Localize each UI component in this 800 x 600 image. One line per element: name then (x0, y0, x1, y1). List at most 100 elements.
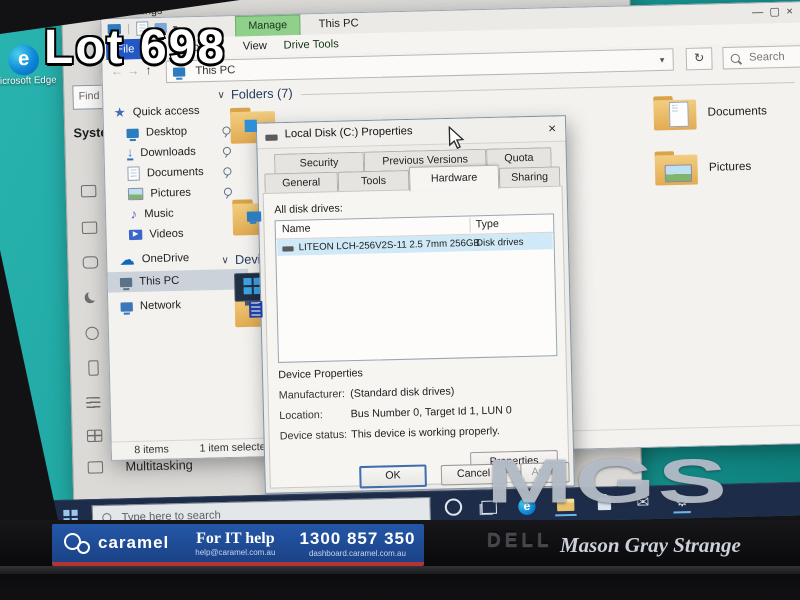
desktop-icon (126, 128, 139, 138)
downloads-icon: ↓ (126, 145, 134, 161)
disk-drives-list[interactable]: Name Type LITEON LCH-256V2S-11 2.5 7mm 2… (274, 213, 558, 363)
tab-page: All disk drives: Name Type LITEON LCH-25… (262, 185, 570, 489)
tab-view[interactable]: View (232, 35, 277, 56)
documents-motif (668, 101, 689, 128)
quick-access-star-icon: ★ (113, 104, 126, 121)
desktop-motif (246, 211, 262, 222)
explorer-search-placeholder: Search (748, 50, 785, 64)
window-controls[interactable]: — ▢ × (752, 5, 793, 19)
power-icon[interactable] (85, 326, 99, 341)
tab-hardware[interactable]: Hardware (408, 164, 500, 192)
dialog-title: Local Disk (C:) Properties (284, 125, 413, 141)
network-icon (120, 301, 133, 312)
drive-row-icon (282, 245, 294, 252)
laptop-bezel: caramel For IT help help@caramel.com.au … (0, 520, 800, 600)
battery-icon[interactable] (88, 360, 99, 376)
folder-icon (653, 96, 696, 132)
location-label: Location: (279, 408, 323, 423)
tile-label: Pictures (708, 160, 752, 174)
properties-dialog: Local Disk (C:) Properties × Security Pr… (255, 115, 575, 494)
documents-tile[interactable]: Documents (652, 93, 767, 133)
sidebar-label: Music (144, 207, 174, 221)
explorer-search-box[interactable]: Search (722, 45, 800, 70)
multitasking-icon (87, 461, 104, 474)
sidebar-item-videos[interactable]: ▶ Videos (106, 222, 247, 246)
refresh-button[interactable]: ↻ (685, 47, 713, 71)
caramel-sticker: caramel For IT help help@caramel.com.au … (52, 524, 424, 566)
sidebar-item-this-pc[interactable]: This PC (107, 268, 249, 293)
sticker-url: dashboard.caramel.com.au (308, 548, 406, 558)
sticker-help-email: help@caramel.com.au (195, 547, 276, 557)
cortana-icon[interactable] (444, 498, 463, 517)
sticker-help-title: For IT help (196, 529, 275, 547)
sidebar-label: Pictures (150, 186, 192, 200)
device-status-label: Device status: (279, 428, 348, 443)
focus-assist-icon[interactable] (84, 292, 95, 303)
collapse-chevron-icon: ∨ (217, 89, 226, 101)
dialog-titlebar: Local Disk (C:) Properties × (256, 116, 566, 150)
storage-icon[interactable] (86, 396, 101, 409)
column-type[interactable]: Type (476, 218, 500, 231)
this-pc-icon (119, 277, 133, 287)
pin-icon (222, 146, 232, 156)
sidebar-item-network[interactable]: Network (108, 293, 249, 317)
manage-contextual-tab[interactable]: Manage (234, 14, 301, 38)
videos-icon: ▶ (128, 229, 143, 241)
mgs-logo-watermark: MGS (486, 446, 730, 517)
pictures-icon (127, 187, 144, 201)
3d-objects-motif (244, 119, 258, 133)
folders-header-label: Folders (7) (230, 86, 293, 102)
sidebar-label: Desktop (145, 125, 188, 139)
close-icon[interactable]: × (548, 120, 556, 135)
device-status-value: This device is working properly. (351, 424, 500, 441)
auction-house-watermark: Mason Gray Strange (560, 533, 741, 557)
sticker-help-block: For IT help help@caramel.com.au (195, 530, 275, 557)
drive-type: Disk drives (475, 236, 524, 249)
manufacturer-label: Manufacturer: (278, 387, 346, 402)
notifications-icon[interactable] (82, 256, 99, 269)
sidebar-label: OneDrive (141, 251, 190, 266)
pin-icon (223, 167, 232, 176)
onedrive-icon: ☁ (119, 250, 135, 269)
tab-drive-tools[interactable]: Drive Tools (273, 34, 349, 56)
music-icon: ♪ (130, 206, 138, 222)
edge-icon-label: Microsoft Edge (0, 74, 57, 88)
collapse-chevron-icon: ∨ (221, 254, 230, 266)
sticker-phone: 1300 857 350 (299, 528, 416, 548)
drive-name: LITEON LCH-256V2S-11 2.5 7mm 256GB (298, 237, 481, 253)
sidebar-label: Downloads (140, 145, 196, 160)
address-chevron-icon[interactable]: ▾ (660, 54, 665, 65)
sticker-brand: caramel (98, 533, 170, 552)
tablet-mode-icon[interactable] (86, 429, 103, 443)
location-value: Bus Number 0, Target Id 1, LUN 0 (350, 404, 512, 421)
settings-item-multitasking[interactable]: Multitasking (87, 458, 193, 475)
column-divider (469, 217, 471, 233)
list-label: All disk drives: (274, 202, 343, 217)
manufacturer-value: (Standard disk drives) (350, 385, 455, 400)
pin-icon (222, 126, 231, 135)
tile-label: Documents (707, 105, 768, 119)
sound-icon[interactable] (81, 221, 98, 235)
column-name[interactable]: Name (282, 222, 311, 235)
sidebar-label: Quick access (132, 104, 200, 119)
folder-icon (655, 151, 698, 187)
display-icon[interactable] (80, 184, 97, 198)
sticker-phone-block: 1300 857 350 dashboard.caramel.com.au (299, 529, 415, 558)
window-title: This PC (318, 17, 359, 31)
sidebar-label: This PC (139, 274, 180, 288)
videos-motif (248, 301, 263, 318)
mouse-cursor (448, 125, 465, 150)
status-items-count: 8 items (134, 443, 169, 457)
caramel-logo-icon (64, 532, 90, 554)
documents-icon (127, 166, 140, 181)
header-rule (300, 81, 795, 95)
ok-button[interactable]: OK (359, 464, 427, 489)
dell-logo: DELL (487, 530, 553, 551)
device-properties-heading: Device Properties (278, 367, 363, 382)
status-selected-count: 1 item selected (199, 440, 272, 455)
edge-icon: e (8, 44, 40, 76)
sidebar-label: Videos (149, 227, 184, 241)
lot-number-watermark: Lot 698 (44, 21, 227, 74)
pin-icon (223, 187, 233, 196)
pictures-tile[interactable]: Pictures (653, 148, 751, 187)
